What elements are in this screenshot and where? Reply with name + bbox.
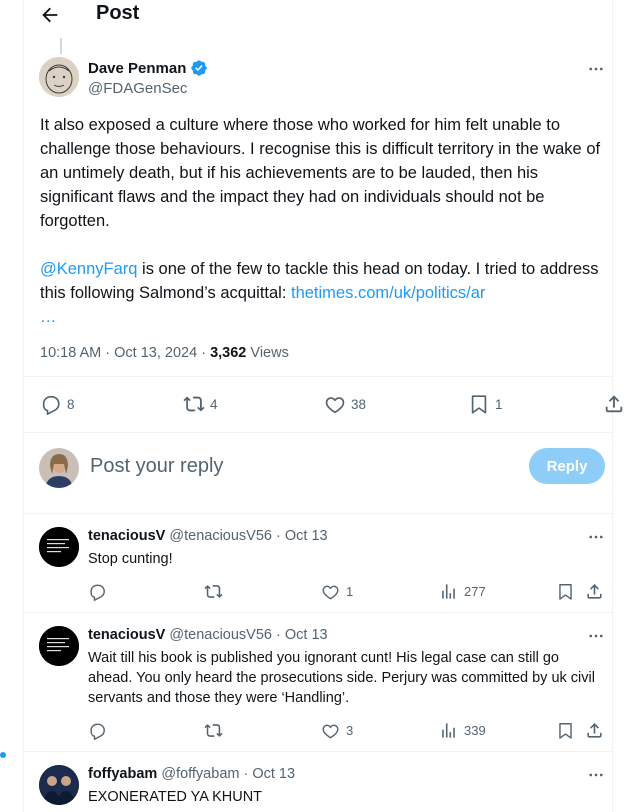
text-avatar-icon — [39, 626, 79, 666]
commenter-handle[interactable]: @tenaciousV56 · Oct 13 — [169, 528, 327, 544]
more-options-icon[interactable] — [587, 60, 605, 78]
comment-text: EXONERATED YA KHUNT — [88, 789, 263, 805]
analytics-icon — [442, 584, 455, 599]
more-options-icon[interactable] — [587, 627, 605, 645]
commenter-avatar[interactable] — [39, 527, 79, 567]
share-icon — [587, 723, 602, 738]
author-avatar-sketch-icon — [39, 57, 79, 97]
post-page: Post Dave Penman @FDAGenSec It also expo… — [23, 0, 623, 812]
comment-views-action[interactable]: 277 — [439, 582, 486, 601]
article-link[interactable]: thetimes.com/uk/politics/ar — [291, 284, 485, 302]
commenter-handle[interactable]: @foffyabam · Oct 13 — [161, 766, 295, 782]
comment-reply-action[interactable] — [88, 582, 107, 601]
reply-button[interactable]: Reply — [529, 448, 605, 484]
heart-icon — [325, 397, 345, 414]
share-icon — [587, 584, 602, 599]
comment-share-action[interactable] — [585, 582, 604, 601]
comment-text: Stop cunting! — [88, 551, 173, 567]
comment-bookmark-action[interactable] — [556, 721, 575, 740]
divider — [24, 376, 614, 377]
divider — [24, 513, 614, 514]
like-count: 38 — [351, 396, 367, 412]
comment-share-action[interactable] — [585, 721, 604, 740]
bookmark-icon — [471, 395, 487, 414]
more-options-icon[interactable] — [587, 528, 605, 546]
comment-view-count: 339 — [464, 723, 486, 738]
meta-separator: · — [197, 345, 211, 361]
post-timestamp[interactable]: 10:18 AM · Oct 13, 2024 — [40, 345, 197, 361]
reply-icon — [90, 723, 105, 740]
comment-bookmark-action[interactable] — [556, 582, 575, 601]
comment-reply-action[interactable] — [88, 721, 107, 740]
heart-icon — [322, 724, 339, 739]
comment-view-count: 277 — [464, 584, 486, 599]
author-name[interactable]: Dave Penman — [88, 60, 186, 77]
author-avatar[interactable] — [39, 57, 79, 97]
page-title: Post — [96, 2, 140, 24]
post-meta: 10:18 AM · Oct 13, 2024 · 3,362 Views — [40, 345, 289, 361]
comment-like-count: 3 — [346, 723, 354, 738]
divider — [24, 432, 614, 433]
reply-input[interactable]: Post your reply — [90, 455, 223, 478]
share-action[interactable] — [603, 393, 625, 415]
post-paragraph-1: It also exposed a culture where those wh… — [40, 116, 601, 230]
repost-icon — [204, 585, 223, 598]
repost-icon — [204, 724, 223, 737]
views-count: 3,362 — [210, 345, 247, 361]
user-photo-icon — [39, 448, 79, 488]
comment-text: Wait till his book is published you igno… — [88, 650, 595, 706]
bookmark-action[interactable]: 1 — [468, 393, 503, 415]
article-link-continuation[interactable]: … — [40, 308, 57, 326]
views-label: Views — [246, 345, 289, 361]
bookmark-icon — [559, 723, 572, 739]
post-action-bar: 8 4 38 1 — [40, 393, 623, 419]
current-user-avatar — [39, 448, 79, 488]
page-header: Post — [24, 0, 614, 30]
author-handle[interactable]: @FDAGenSec — [88, 80, 187, 97]
comment-header: tenaciousV @tenaciousV56 · Oct 13 — [88, 627, 328, 643]
mention-link[interactable]: @KennyFarq — [40, 260, 137, 278]
like-action[interactable]: 38 — [324, 393, 366, 415]
commenter-handle[interactable]: @tenaciousV56 · Oct 13 — [169, 627, 327, 643]
share-icon — [605, 395, 623, 413]
thread-connector-line — [60, 38, 62, 54]
commenter-name[interactable]: tenaciousV — [88, 528, 165, 544]
comment-like-action[interactable]: 3 — [321, 721, 353, 740]
comment-header: foffyabam @foffyabam · Oct 13 — [88, 766, 295, 782]
commenter-avatar[interactable] — [39, 765, 79, 805]
scroll-indicator-dot — [0, 752, 6, 758]
reply-count: 8 — [67, 396, 75, 412]
reply-action[interactable]: 8 — [40, 393, 75, 415]
reply-icon — [90, 584, 105, 601]
commenter-name[interactable]: foffyabam — [88, 766, 157, 782]
comment-repost-action[interactable] — [204, 582, 223, 601]
analytics-icon — [442, 723, 455, 738]
more-options-icon[interactable] — [587, 766, 605, 784]
repost-count: 4 — [210, 396, 218, 412]
commenter-avatar[interactable] — [39, 626, 79, 666]
verified-badge-icon — [191, 60, 208, 76]
divider — [24, 751, 614, 752]
divider — [24, 612, 614, 613]
repost-icon — [183, 396, 205, 412]
repost-action[interactable]: 4 — [183, 393, 218, 415]
comment-header: tenaciousV @tenaciousV56 · Oct 13 — [88, 528, 328, 544]
author-name-row[interactable]: Dave Penman — [88, 59, 208, 77]
comment-like-action[interactable]: 1 — [321, 582, 353, 601]
bookmark-count: 1 — [495, 396, 503, 412]
text-avatar-icon — [39, 527, 79, 567]
comment-like-count: 1 — [346, 584, 354, 599]
commenter-name[interactable]: tenaciousV — [88, 627, 165, 643]
group-photo-icon — [39, 765, 79, 805]
heart-icon — [322, 585, 339, 600]
bookmark-icon — [559, 584, 572, 600]
back-arrow-icon[interactable] — [39, 4, 61, 26]
reply-icon — [42, 396, 60, 415]
comment-views-action[interactable]: 339 — [439, 721, 486, 740]
post-paragraph-2: @KennyFarq is one of the few to tackle t… — [40, 257, 605, 329]
comment-repost-action[interactable] — [204, 721, 223, 740]
post-body: It also exposed a culture where those wh… — [40, 113, 605, 329]
